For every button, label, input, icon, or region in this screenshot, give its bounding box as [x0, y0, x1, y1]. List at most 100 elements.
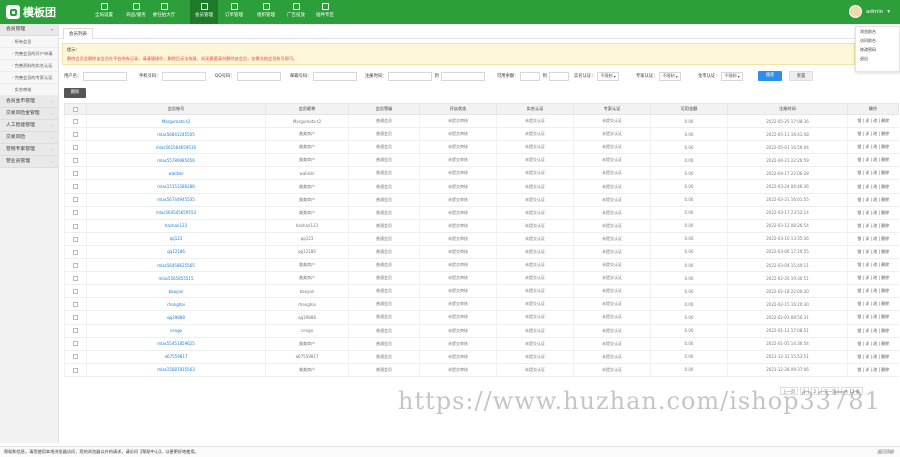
- cell-account[interactable]: mlas15687835563: [86, 363, 266, 377]
- deposit-max-input[interactable]: [548, 71, 569, 81]
- select-all-checkbox-cell[interactable]: [64, 103, 87, 115]
- table-row[interactable]: mlas56744945535 美美商户 普通会员 未提交审核 未提交认证 未提交认证 0.…: [64, 193, 899, 207]
- row-checkbox-cell[interactable]: [64, 324, 87, 338]
- table-row[interactable]: cengo cengo 普通会员 未提交审核 未提交认证 未提交认证 0.00 2022-01…: [64, 324, 899, 338]
- nav-item-5[interactable]: 组织管理: [252, 0, 280, 24]
- menu-item-change-password[interactable]: 修改密码: [856, 45, 899, 54]
- checkbox[interactable]: [73, 275, 78, 281]
- nav-item-7[interactable]: 插件专区: [311, 0, 339, 24]
- logo[interactable]: 模板团: [6, 5, 56, 19]
- cell-ops[interactable]: 锁 | 详 | 改 | 删除: [847, 271, 899, 286]
- cell-ops[interactable]: 锁 | 详 | 改 | 删除: [847, 153, 899, 168]
- sidebar-group-risk[interactable]: 交易风险 ›: [0, 132, 58, 144]
- row-checkbox-cell[interactable]: [64, 140, 87, 155]
- nav-item-1[interactable]: 商品/服务: [122, 0, 150, 24]
- checkbox[interactable]: [73, 341, 78, 347]
- sidebar-group-risk-fund[interactable]: 交易风险金管理 ›: [0, 108, 58, 120]
- row-checkbox-cell[interactable]: [64, 179, 87, 194]
- cell-account[interactable]: baoyan: [86, 284, 266, 299]
- table-row[interactable]: qq39888 qq39888 普通会员 未提交审核 未提交认证 未提交认证 0.00 202…: [64, 310, 899, 325]
- table-row[interactable]: mlas56841245505 美美商户 普通会员 未提交审核 未提交认证 未提交认证 0.…: [64, 127, 899, 142]
- row-checkbox-cell[interactable]: [64, 153, 87, 168]
- cell-account[interactable]: mlas5565855515: [86, 271, 266, 286]
- table-row[interactable]: mlas561564659516 美美商户 普通会员 未提交审核 未提交认证 未提交认证 0…: [64, 140, 899, 155]
- table-row[interactable]: mlas56458625565 美美商户 普通会员 未提交审核 未提交认证 未提交认证 0.…: [64, 258, 899, 273]
- checkbox[interactable]: [73, 106, 78, 112]
- cell-ops[interactable]: 锁 | 详 | 改 | 删除: [847, 297, 899, 312]
- user-menu-trigger[interactable]: admin ▾: [849, 5, 890, 18]
- row-checkbox-cell[interactable]: [64, 350, 87, 364]
- cell-account[interactable]: Margumata.t2: [86, 114, 266, 129]
- table-row[interactable]: mlas55451859625 美美商户 普通会员 未提交审核 未提交认证 未提交认证 0.…: [64, 337, 899, 351]
- nav-item-2[interactable]: 委任拍大厅: [150, 0, 178, 24]
- cell-account[interactable]: mlas561564659516: [86, 140, 266, 155]
- cell-account[interactable]: cengo: [86, 324, 266, 338]
- row-checkbox-cell[interactable]: [64, 271, 87, 286]
- pager-next[interactable]: 下一页: [821, 386, 840, 395]
- menu-item-logout[interactable]: 退出: [856, 54, 899, 63]
- row-checkbox-cell[interactable]: [64, 219, 87, 233]
- cell-ops[interactable]: 锁 | 详 | 改 | 删除: [847, 337, 899, 351]
- sidebar-item-realname[interactable]: · 完善资料的实名认证: [0, 60, 58, 72]
- cell-account[interactable]: qq123: [86, 232, 266, 246]
- row-checkbox-cell[interactable]: [64, 127, 87, 142]
- pager-page-2[interactable]: 2: [810, 386, 820, 395]
- sidebar-item-open-apply[interactable]: · 完善会员的开户申请: [0, 48, 58, 60]
- checkbox[interactable]: [73, 210, 78, 216]
- cell-account[interactable]: rhanghai: [86, 297, 266, 312]
- table-row[interactable]: qq12186 qq12186 普通会员 未提交审核 未提交认证 未提交认证 0.00 202…: [64, 245, 899, 260]
- pager-page-1[interactable]: 1: [800, 386, 809, 395]
- checkbox[interactable]: [73, 131, 78, 137]
- nav-item-0[interactable]: 全局设置: [90, 0, 118, 24]
- realname-select[interactable]: 不限制 ▾: [597, 71, 619, 81]
- row-checkbox-cell[interactable]: [64, 232, 87, 246]
- row-checkbox-cell[interactable]: [64, 166, 87, 181]
- sidebar-group-ai[interactable]: 人工智能管理 ›: [0, 120, 58, 132]
- sidebar-group-gold[interactable]: 会员金币管理 ›: [0, 96, 58, 108]
- cell-account[interactable]: qq39888: [86, 310, 266, 325]
- expert-select[interactable]: 不限制 ▾: [659, 71, 681, 81]
- cell-ops[interactable]: 锁 | 详 | 改 | 删除: [847, 140, 899, 155]
- time-end-input[interactable]: [440, 71, 485, 81]
- back-to-top-link[interactable]: 返回顶部: [877, 447, 894, 457]
- phone-input[interactable]: [162, 71, 207, 81]
- checkbox[interactable]: [73, 289, 78, 295]
- cell-ops[interactable]: 锁 | 详 | 改 | 删除: [847, 324, 899, 338]
- cell-ops[interactable]: 锁 | 详 | 改 | 删除: [847, 127, 899, 142]
- sidebar-group-marketing[interactable]: 营销专家管理 ›: [0, 144, 58, 156]
- cell-account[interactable]: mlas15151586286: [86, 179, 266, 194]
- time-start-input[interactable]: [388, 71, 433, 81]
- row-checkbox-cell[interactable]: [64, 206, 87, 220]
- menu-item-visit-site[interactable]: 访问前台: [856, 36, 899, 45]
- cell-account[interactable]: mlas55451859625: [86, 337, 266, 351]
- table-row[interactable]: waldskl waldskl 普通会员 未提交审核 未提交认证 未提交认证 0.00 202…: [64, 166, 899, 181]
- cell-ops[interactable]: 锁 | 详 | 改 | 删除: [847, 193, 899, 207]
- row-checkbox-cell[interactable]: [64, 284, 87, 299]
- sidebar-group-sales[interactable]: 营业员管理 ›: [0, 156, 58, 168]
- table-row[interactable]: mlas564545659554 美美商户 普通会员 未提交审核 未提交认证 未提交认证 0…: [64, 206, 899, 220]
- reset-button[interactable]: 重置: [789, 71, 813, 81]
- cell-account[interactable]: qq12186: [86, 245, 266, 260]
- deposit-min-input[interactable]: [520, 71, 541, 81]
- cell-ops[interactable]: 锁 | 详 | 改 | 删除: [847, 114, 899, 129]
- checkbox[interactable]: [73, 328, 78, 334]
- cell-account[interactable]: mlas56458625565: [86, 258, 266, 273]
- row-checkbox-cell[interactable]: [64, 258, 87, 273]
- table-row[interactable]: rhanghai rhanghai 普通会员 未提交审核 未提交认证 未提交认证 0.00 2…: [64, 297, 899, 312]
- table-row[interactable]: qq123 qq123 普通会员 未提交审核 未提交认证 未提交认证 0.00 2022-03…: [64, 232, 899, 246]
- table-row[interactable]: mlas55786985656 美美商户 普通会员 未提交审核 未提交认证 未提交认证 0.…: [64, 153, 899, 168]
- pager-prev[interactable]: 上一页: [780, 386, 798, 395]
- gold-select[interactable]: 不限制 ▾: [721, 71, 743, 81]
- checkbox[interactable]: [73, 354, 78, 360]
- row-checkbox-cell[interactable]: [64, 363, 87, 377]
- cell-account[interactable]: a67559817: [86, 350, 266, 364]
- nav-item-4[interactable]: 订单管理: [220, 0, 248, 24]
- checkbox[interactable]: [73, 249, 78, 255]
- checkbox[interactable]: [73, 223, 78, 229]
- cell-ops[interactable]: 锁 | 详 | 改 | 删除: [847, 232, 899, 246]
- row-checkbox-cell[interactable]: [64, 337, 87, 351]
- sidebar-item-expert[interactable]: · 完善会员的专家认证: [0, 72, 58, 84]
- cell-ops[interactable]: 锁 | 详 | 改 | 删除: [847, 206, 899, 220]
- nav-item-6[interactable]: 广告投放: [282, 0, 310, 24]
- checkbox[interactable]: [73, 367, 78, 373]
